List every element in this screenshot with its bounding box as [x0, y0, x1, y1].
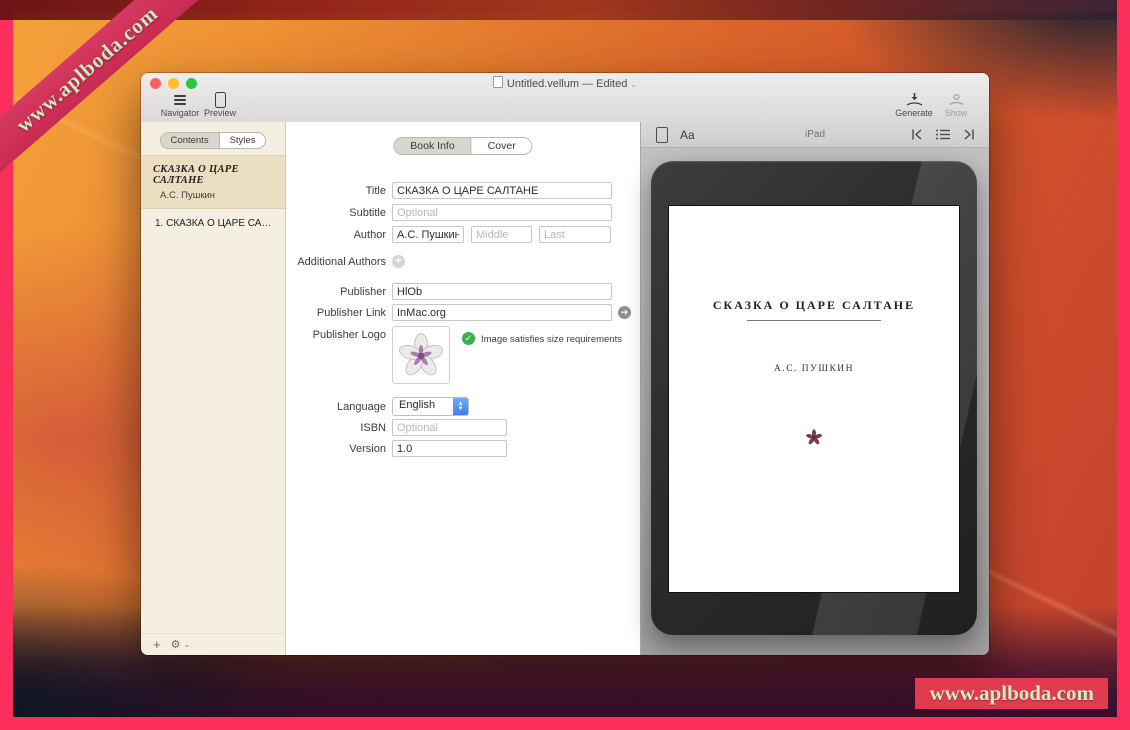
isbn-input[interactable]: [392, 419, 507, 436]
sidebar-chapter-item[interactable]: 1. СКАЗКА О ЦАРЕ САЛТА…: [141, 209, 285, 237]
form-tabs: Book Info Cover: [393, 137, 532, 155]
book-preview-page[interactable]: СКАЗКА О ЦАРЕ САЛТАНЕ А.С. ПУШКИН: [669, 206, 959, 592]
gear-icon[interactable]: ⚙: [171, 638, 181, 651]
language-select[interactable]: English ▲▼: [392, 397, 469, 416]
vellum-app-window: Untitled.vellum — Edited ⌄ Navigator Pre…: [141, 73, 989, 655]
check-icon: ✓: [462, 332, 475, 345]
sidebar-tabs: Contents Styles: [160, 132, 267, 149]
publisher-logo-well[interactable]: [392, 326, 450, 384]
stepper-icon: ▲▼: [453, 398, 468, 415]
document-icon: [493, 76, 503, 88]
watermark-box: www.aplboda.com: [915, 678, 1108, 709]
logo-status-text: Image satisfies size requirements: [481, 334, 622, 345]
preview-toolbar: Aa iPad: [641, 122, 989, 148]
title-input[interactable]: [392, 182, 612, 199]
navigator-icon: [174, 95, 186, 105]
book-info-panel: Book Info Cover Title Subtitle Author Ad…: [286, 122, 640, 655]
add-chapter-button[interactable]: +: [153, 637, 161, 652]
version-label: Version: [286, 443, 386, 455]
sidebar-book-title: СКАЗКА О ЦАРЕ САЛТАНЕ: [153, 164, 277, 186]
additional-authors-label: Additional Authors: [286, 256, 386, 268]
preview-panel: Aa iPad: [640, 122, 989, 655]
language-label: Language: [286, 401, 386, 413]
tab-cover[interactable]: Cover: [471, 138, 532, 154]
title-chevron-icon[interactable]: ⌄: [630, 80, 637, 89]
tab-book-info[interactable]: Book Info: [394, 138, 470, 154]
sidebar-book-author: А.С. Пушкин: [153, 190, 277, 201]
page-book-title: СКАЗКА О ЦАРЕ САЛТАНЕ: [669, 298, 959, 313]
window-title: Untitled.vellum — Edited ⌄: [141, 76, 989, 90]
contents-sidebar: Contents Styles СКАЗКА О ЦАРЕ САЛТАНЕ А.…: [141, 122, 286, 655]
toolbar: Navigator Preview Generate: [141, 91, 989, 122]
tab-styles[interactable]: Styles: [219, 133, 266, 148]
publisher-logo-flower: [399, 333, 443, 377]
isbn-label: ISBN: [286, 422, 386, 434]
show-button[interactable]: Show: [929, 92, 983, 118]
subtitle-input[interactable]: [392, 204, 612, 221]
tab-contents[interactable]: Contents: [161, 133, 219, 148]
publisher-label: Publisher: [286, 286, 386, 298]
version-input[interactable]: [392, 440, 507, 457]
chapter-list-icon[interactable]: [936, 129, 950, 140]
open-link-icon[interactable]: ➔: [618, 306, 631, 319]
author-middle-input[interactable]: [471, 226, 532, 243]
sidebar-book-item[interactable]: СКАЗКА О ЦАРЕ САЛТАНЕ А.С. Пушкин: [141, 155, 285, 209]
page-flower-ornament: [669, 429, 959, 450]
titlebar[interactable]: Untitled.vellum — Edited ⌄: [141, 73, 989, 91]
window-header: Untitled.vellum — Edited ⌄ Navigator Pre…: [141, 73, 989, 123]
author-last-input[interactable]: [539, 226, 611, 243]
author-first-input[interactable]: [392, 226, 464, 243]
title-label: Title: [286, 185, 386, 197]
publisher-link-input[interactable]: [392, 304, 612, 321]
publisher-input[interactable]: [392, 283, 612, 300]
preview-button[interactable]: Preview: [193, 92, 247, 118]
page-book-author: А.С. ПУШКИН: [669, 364, 959, 374]
ipad-device-frame: СКАЗКА О ЦАРЕ САЛТАНЕ А.С. ПУШКИН: [651, 161, 977, 635]
preview-device-icon: [215, 92, 226, 108]
publisher-logo-label: Publisher Logo: [286, 329, 386, 341]
go-to-end-icon[interactable]: [962, 129, 975, 140]
show-icon: [929, 92, 983, 108]
publisher-link-label: Publisher Link: [286, 307, 386, 319]
go-to-start-icon[interactable]: [911, 129, 924, 140]
sidebar-footer: + ⚙ ⌄: [141, 633, 285, 655]
title-rule: [747, 320, 881, 321]
gear-chevron-icon: ⌄: [183, 640, 190, 649]
subtitle-label: Subtitle: [286, 207, 386, 219]
language-value: English: [393, 398, 453, 415]
author-label: Author: [286, 229, 386, 241]
add-author-button[interactable]: +: [392, 255, 405, 268]
